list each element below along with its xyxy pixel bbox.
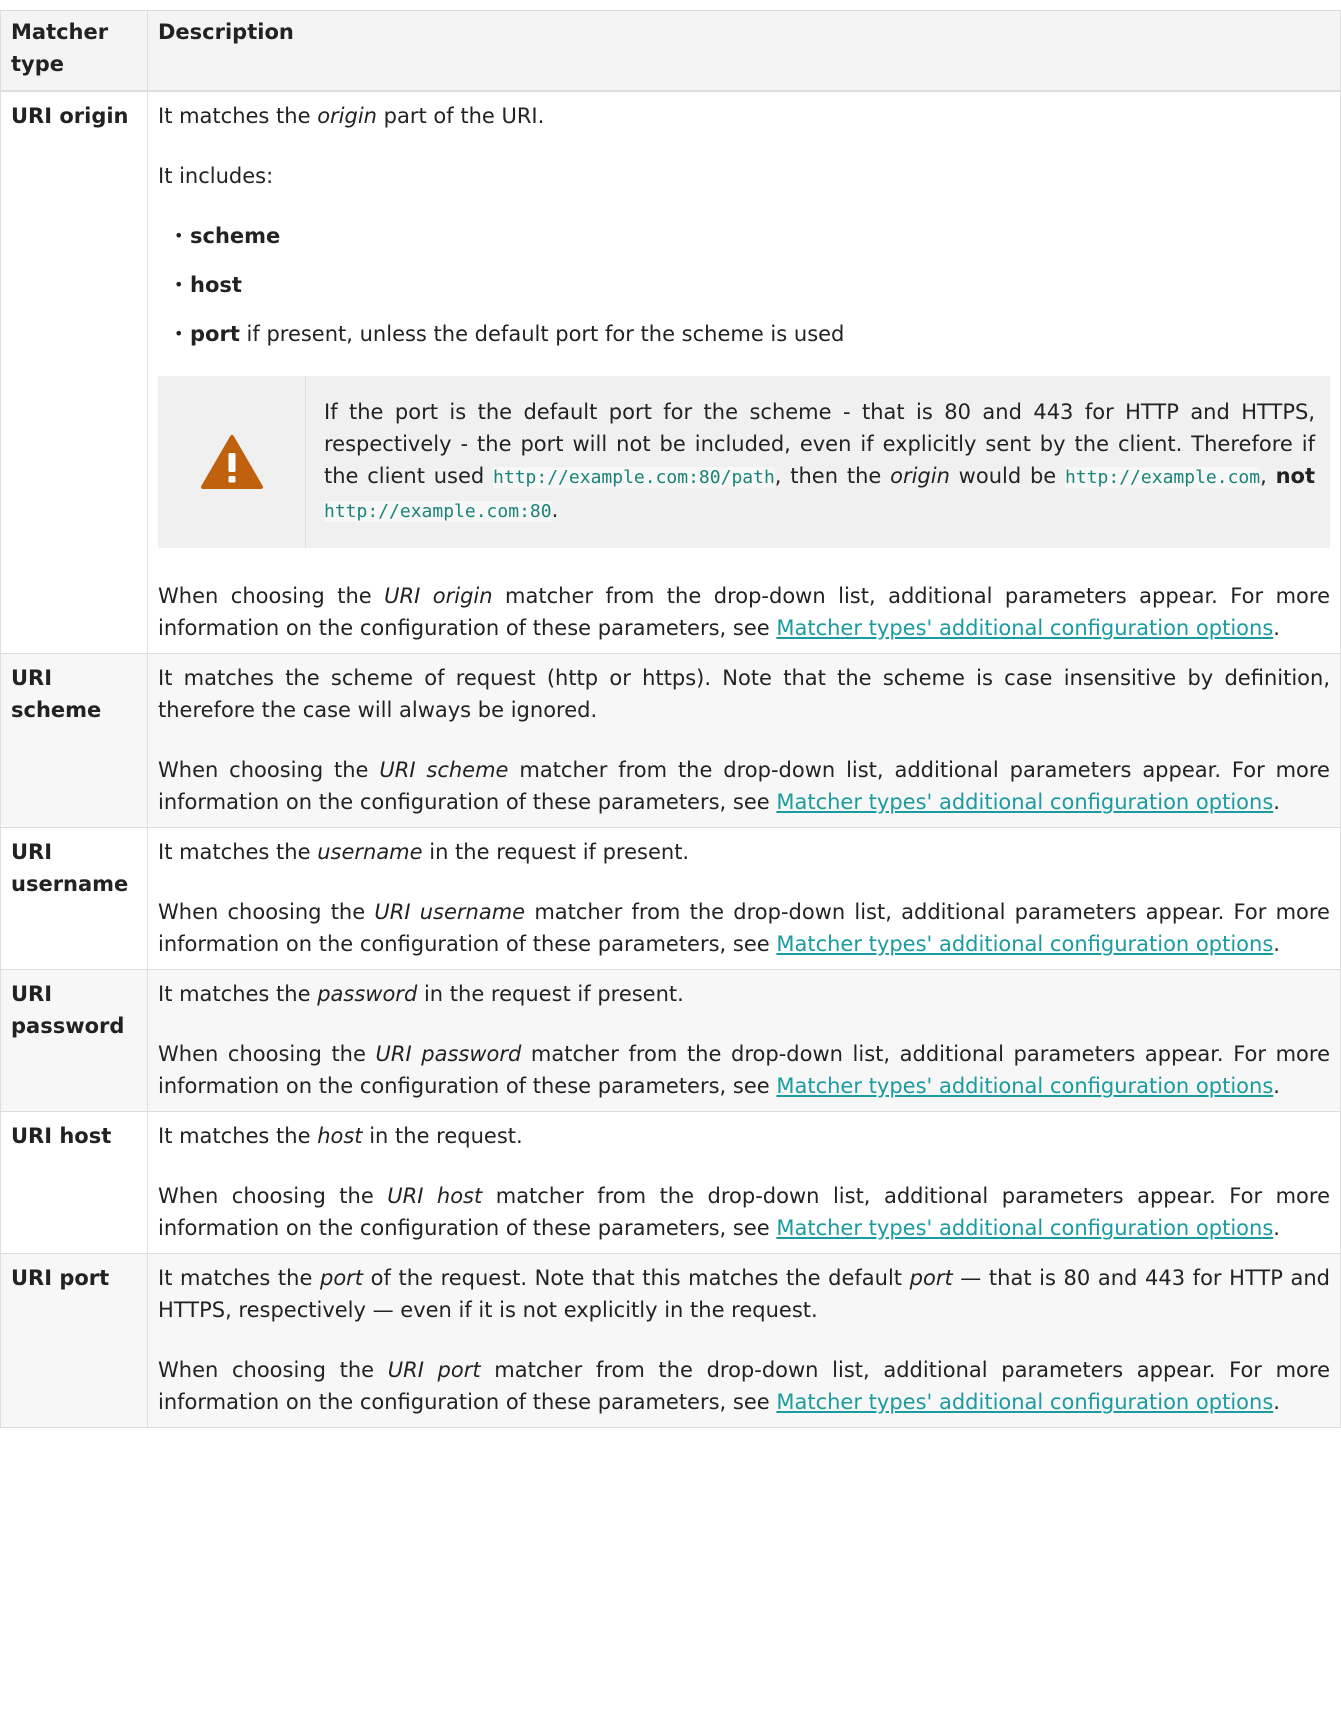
description-intro: It matches the origin part of the URI. <box>158 103 545 128</box>
description-cell: It matches the username in the request i… <box>147 826 1341 970</box>
table-header-row: Matcher type Description <box>0 10 1341 91</box>
description-choose: When choosing the URI port matcher from … <box>158 1357 1330 1414</box>
code-snippet: http://example.com <box>1065 466 1261 488</box>
includes-label: It includes: <box>158 163 274 188</box>
description-choose: When choosing the URI host matcher from … <box>158 1183 1330 1240</box>
description-choose: When choosing the URI origin matcher fro… <box>158 583 1330 640</box>
matcher-type-cell: URI port <box>0 1252 148 1428</box>
matcher-type-cell: URI scheme <box>0 652 148 828</box>
description-intro: It matches the scheme of request (http o… <box>158 665 1330 722</box>
list-item: host <box>174 269 1330 301</box>
warning-admonition: If the port is the default port for the … <box>158 375 1330 548</box>
warning-icon-column <box>158 375 306 548</box>
matcher-type-cell: URI host <box>0 1110 148 1254</box>
matcher-options-link[interactable]: Matcher types' additional configuration … <box>776 616 1273 640</box>
description-choose: When choosing the URI username matcher f… <box>158 899 1330 956</box>
list-item: scheme <box>174 220 1330 252</box>
description-cell: It matches the port of the request. Note… <box>147 1252 1341 1428</box>
table-row: URI port It matches the port of the requ… <box>0 1252 1341 1428</box>
description-choose: When choosing the URI scheme matcher fro… <box>158 757 1330 814</box>
table-row: URI username It matches the username in … <box>0 826 1341 970</box>
matcher-types-table: Matcher type Description URI origin It m… <box>0 10 1341 1428</box>
matcher-type-cell: URI password <box>0 968 148 1112</box>
description-intro: It matches the password in the request i… <box>158 981 684 1006</box>
description-intro: It matches the host in the request. <box>158 1123 523 1148</box>
table-row: URI host It matches the host in the requ… <box>0 1110 1341 1254</box>
table-row: URI scheme It matches the scheme of requ… <box>0 652 1341 828</box>
includes-list: scheme host port if present, unless the … <box>158 220 1330 350</box>
description-choose: When choosing the URI password matcher f… <box>158 1041 1330 1098</box>
matcher-options-link[interactable]: Matcher types' additional configuration … <box>776 1216 1273 1240</box>
matcher-options-link[interactable]: Matcher types' additional configuration … <box>776 1074 1273 1098</box>
description-cell: It matches the password in the request i… <box>147 968 1341 1112</box>
warning-triangle-icon <box>200 434 263 489</box>
matcher-type-cell: URI username <box>0 826 148 970</box>
warning-text: If the port is the default port for the … <box>324 399 1316 522</box>
code-snippet: http://example.com:80 <box>324 500 552 522</box>
matcher-options-link[interactable]: Matcher types' additional configuration … <box>776 1390 1273 1414</box>
table-row: URI password It matches the password in … <box>0 968 1341 1112</box>
matcher-options-link[interactable]: Matcher types' additional configuration … <box>776 790 1273 814</box>
description-intro: It matches the username in the request i… <box>158 839 690 864</box>
table-row: URI origin It matches the origin part of… <box>0 90 1341 654</box>
matcher-options-link[interactable]: Matcher types' additional configuration … <box>776 932 1273 956</box>
matcher-type-cell: URI origin <box>0 90 148 654</box>
header-matcher-type: Matcher type <box>0 10 148 91</box>
description-cell: It matches the scheme of request (http o… <box>147 652 1341 828</box>
code-snippet: http://example.com:80/path <box>493 466 775 488</box>
description-cell: It matches the origin part of the URI. I… <box>147 90 1341 654</box>
description-intro: It matches the port of the request. Note… <box>158 1265 1331 1322</box>
list-item: port if present, unless the default port… <box>174 318 1330 350</box>
description-cell: It matches the host in the request. When… <box>147 1110 1341 1254</box>
header-description: Description <box>147 10 1341 91</box>
